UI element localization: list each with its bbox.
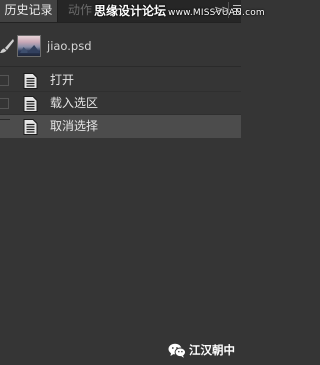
watermark-text: 思缘设计论坛	[94, 4, 167, 18]
menu-icon-line	[233, 8, 241, 9]
history-item-label: 打开	[50, 73, 75, 87]
tab-actions[interactable]: 动作	[66, 0, 92, 22]
brush-icon[interactable]	[0, 38, 14, 54]
collapse-panel-button[interactable]: >>	[214, 2, 231, 18]
document-icon	[23, 119, 38, 135]
wechat-account-label: 江汉朝中	[189, 343, 235, 357]
history-item-load-selection[interactable]: 载入选区	[0, 92, 241, 115]
history-source-checkbox[interactable]	[0, 98, 9, 109]
thumbnail-mountain-2	[27, 45, 40, 53]
history-source-checkbox[interactable]	[0, 119, 10, 130]
history-item-label: 取消选择	[50, 119, 99, 133]
collapse-icon: >>	[214, 3, 231, 16]
snapshot-thumbnail[interactable]	[17, 35, 41, 57]
tab-actions-label: 动作	[68, 3, 93, 17]
tab-history[interactable]: 历史记录	[0, 0, 58, 22]
menu-icon	[233, 5, 241, 6]
thumbnail-mountain-1	[20, 47, 29, 53]
document-icon	[23, 96, 38, 112]
document-icon	[23, 73, 38, 89]
wechat-icon	[168, 343, 186, 358]
history-item-deselect[interactable]: 取消选择	[0, 115, 241, 138]
menu-icon-line	[233, 14, 241, 15]
history-item-open[interactable]: 打开	[0, 69, 241, 92]
panel-tab-bar: 历史记录 动作 思缘设计论坛 www.MISSVUAN.com >>	[0, 0, 265, 23]
history-source-checkbox[interactable]	[0, 75, 9, 86]
tab-history-label: 历史记录	[4, 3, 53, 17]
snapshot-row[interactable]: jiao.psd	[0, 26, 241, 66]
history-panel: 历史记录 动作 思缘设计论坛 www.MISSVUAN.com >> jiao.p…	[0, 0, 265, 365]
menu-icon-line	[233, 11, 241, 12]
panel-menu-button[interactable]	[228, 2, 241, 18]
history-item-label: 载入选区	[50, 96, 99, 110]
divider	[0, 66, 241, 67]
snapshot-label: jiao.psd	[47, 39, 92, 53]
